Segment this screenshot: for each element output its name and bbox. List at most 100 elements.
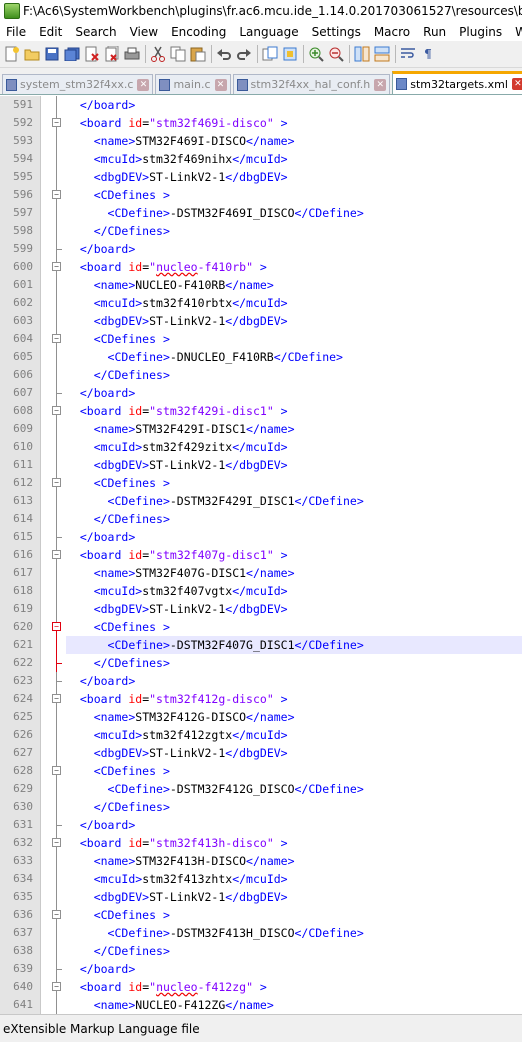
code-line[interactable]: 611 <dbgDEV>ST-LinkV2-1</dbgDEV>: [0, 456, 522, 474]
code-line[interactable]: 607 </board>: [0, 384, 522, 402]
code-line[interactable]: 600 − <board id="nucleo-f410rb" >: [0, 258, 522, 276]
code-line[interactable]: 633 <name>STM32F413H-DISCO</name>: [0, 852, 522, 870]
code-line[interactable]: 618 <mcuId>stm32f407vgtx</mcuId>: [0, 582, 522, 600]
menu-language[interactable]: Language: [233, 25, 305, 39]
fold-toggle-icon[interactable]: −: [52, 694, 61, 703]
code-line[interactable]: 624 − <board id="stm32f412g-disco" >: [0, 690, 522, 708]
new-file-icon[interactable]: [4, 46, 20, 62]
menu-view[interactable]: View: [124, 25, 165, 39]
fold-toggle-icon[interactable]: −: [52, 982, 61, 991]
code-line[interactable]: 634 <mcuId>stm32f413zhtx</mcuId>: [0, 870, 522, 888]
code-line[interactable]: 615 </board>: [0, 528, 522, 546]
fold-toggle-icon[interactable]: −: [52, 622, 61, 631]
code-line[interactable]: 591 </board>: [0, 96, 522, 114]
code-line[interactable]: 593 <name>STM32F469I-DISCO</name>: [0, 132, 522, 150]
code-line[interactable]: 623 </board>: [0, 672, 522, 690]
tab-stm32targets-xml[interactable]: stm32targets.xml ✕: [392, 71, 522, 94]
code-line[interactable]: 626 <mcuId>stm32f412zgtx</mcuId>: [0, 726, 522, 744]
code-line[interactable]: 622 </CDefines>: [0, 654, 522, 672]
code-line[interactable]: 625 <name>STM32F412G-DISCO</name>: [0, 708, 522, 726]
code-line[interactable]: 640 − <board id="nucleo-f412zg" >: [0, 978, 522, 996]
code-line[interactable]: 603 <dbgDEV>ST-LinkV2-1</dbgDEV>: [0, 312, 522, 330]
code-line[interactable]: 601 <name>NUCLEO-F410RB</name>: [0, 276, 522, 294]
undo-icon[interactable]: [216, 46, 232, 62]
tab-close-icon[interactable]: ✕: [137, 78, 150, 91]
menu-encoding[interactable]: Encoding: [165, 25, 233, 39]
code-line[interactable]: 595 <dbgDEV>ST-LinkV2-1</dbgDEV>: [0, 168, 522, 186]
menu-file[interactable]: File: [0, 25, 33, 39]
cut-icon[interactable]: [150, 46, 166, 62]
tab-close-icon[interactable]: ✕: [214, 78, 227, 91]
code-line[interactable]: 636 − <CDefines >: [0, 906, 522, 924]
menu-settings[interactable]: Settings: [306, 25, 368, 39]
code-line[interactable]: 605 <CDefine>-DNUCLEO_F410RB</CDefine>: [0, 348, 522, 366]
code-line[interactable]: 594 <mcuId>stm32f469nihx</mcuId>: [0, 150, 522, 168]
zoom-out-icon[interactable]: [328, 46, 344, 62]
code-line[interactable]: 637 <CDefine>-DSTM32F413H_DISCO</CDefine…: [0, 924, 522, 942]
code-line[interactable]: 619 <dbgDEV>ST-LinkV2-1</dbgDEV>: [0, 600, 522, 618]
fold-toggle-icon[interactable]: −: [52, 118, 61, 127]
fold-toggle-icon[interactable]: −: [52, 190, 61, 199]
code-line[interactable]: 592 − <board id="stm32f469i-disco" >: [0, 114, 522, 132]
redo-icon[interactable]: [236, 46, 252, 62]
fold-toggle-icon[interactable]: −: [52, 262, 61, 271]
code-line[interactable]: 602 <mcuId>stm32f410rbtx</mcuId>: [0, 294, 522, 312]
save-icon[interactable]: [44, 46, 60, 62]
code-line[interactable]: 606 </CDefines>: [0, 366, 522, 384]
find-icon[interactable]: [262, 46, 278, 62]
tab-stm32f4xx-hal-conf-h[interactable]: stm32f4xx_hal_conf.h ✕: [232, 74, 391, 94]
code-line[interactable]: 621 <CDefine>-DSTM32F407G_DISC1</CDefine…: [0, 636, 522, 654]
menu-edit[interactable]: Edit: [33, 25, 69, 39]
save-all-icon[interactable]: [64, 46, 80, 62]
menu-search[interactable]: Search: [69, 25, 123, 39]
sync-vertical-icon[interactable]: [354, 46, 370, 62]
code-line[interactable]: 616 − <board id="stm32f407g-disc1" >: [0, 546, 522, 564]
code-line[interactable]: 612 − <CDefines >: [0, 474, 522, 492]
sync-horizontal-icon[interactable]: [374, 46, 390, 62]
code-line[interactable]: 608 − <board id="stm32f429i-disc1" >: [0, 402, 522, 420]
code-line[interactable]: 620 − <CDefines >: [0, 618, 522, 636]
code-line[interactable]: 639 </board>: [0, 960, 522, 978]
word-wrap-icon[interactable]: [400, 46, 416, 62]
fold-toggle-icon[interactable]: −: [52, 478, 61, 487]
code-line[interactable]: 628 − <CDefines >: [0, 762, 522, 780]
tab-close-icon[interactable]: ✕: [374, 78, 387, 91]
fold-toggle-icon[interactable]: −: [52, 550, 61, 559]
fold-toggle-icon[interactable]: −: [52, 334, 61, 343]
code-line[interactable]: 596 − <CDefines >: [0, 186, 522, 204]
code-line[interactable]: 614 </CDefines>: [0, 510, 522, 528]
menu-window[interactable]: Windo: [509, 25, 522, 39]
code-line[interactable]: 635 <dbgDEV>ST-LinkV2-1</dbgDEV>: [0, 888, 522, 906]
code-line[interactable]: 617 <name>STM32F407G-DISC1</name>: [0, 564, 522, 582]
close-icon[interactable]: [84, 46, 100, 62]
code-line[interactable]: 613 <CDefine>-DSTM32F429I_DISC1</CDefine…: [0, 492, 522, 510]
fold-toggle-icon[interactable]: −: [52, 910, 61, 919]
code-line[interactable]: 598 </CDefines>: [0, 222, 522, 240]
code-line[interactable]: 630 </CDefines>: [0, 798, 522, 816]
zoom-in-icon[interactable]: [308, 46, 324, 62]
code-line[interactable]: 641 <name>NUCLEO-F412ZG</name>: [0, 996, 522, 1014]
tab-close-icon[interactable]: ✕: [511, 78, 522, 90]
code-line[interactable]: 638 </CDefines>: [0, 942, 522, 960]
code-line[interactable]: 599 </board>: [0, 240, 522, 258]
menu-macro[interactable]: Macro: [368, 25, 417, 39]
code-line[interactable]: 629 <CDefine>-DSTM32F412G_DISCO</CDefine…: [0, 780, 522, 798]
replace-icon[interactable]: [282, 46, 298, 62]
tab-system-stm32f4xx-c[interactable]: system_stm32f4xx.c ✕: [2, 74, 154, 94]
code-line[interactable]: 632 − <board id="stm32f413h-disco" >: [0, 834, 522, 852]
code-editor[interactable]: 591 </board> 592 − <board id="stm32f469i-d…: [0, 96, 522, 1014]
code-line[interactable]: 631 </board>: [0, 816, 522, 834]
close-all-icon[interactable]: [104, 46, 120, 62]
code-line[interactable]: 604 − <CDefines >: [0, 330, 522, 348]
copy-icon[interactable]: [170, 46, 186, 62]
menu-plugins[interactable]: Plugins: [453, 25, 509, 39]
code-line[interactable]: 597 <CDefine>-DSTM32F469I_DISCO</CDefine…: [0, 204, 522, 222]
fold-toggle-icon[interactable]: −: [52, 838, 61, 847]
fold-toggle-icon[interactable]: −: [52, 766, 61, 775]
print-icon[interactable]: [124, 46, 140, 62]
paste-icon[interactable]: [190, 46, 206, 62]
code-line[interactable]: 609 <name>STM32F429I-DISC1</name>: [0, 420, 522, 438]
open-file-icon[interactable]: [24, 46, 40, 62]
fold-toggle-icon[interactable]: −: [52, 406, 61, 415]
code-line[interactable]: 627 <dbgDEV>ST-LinkV2-1</dbgDEV>: [0, 744, 522, 762]
